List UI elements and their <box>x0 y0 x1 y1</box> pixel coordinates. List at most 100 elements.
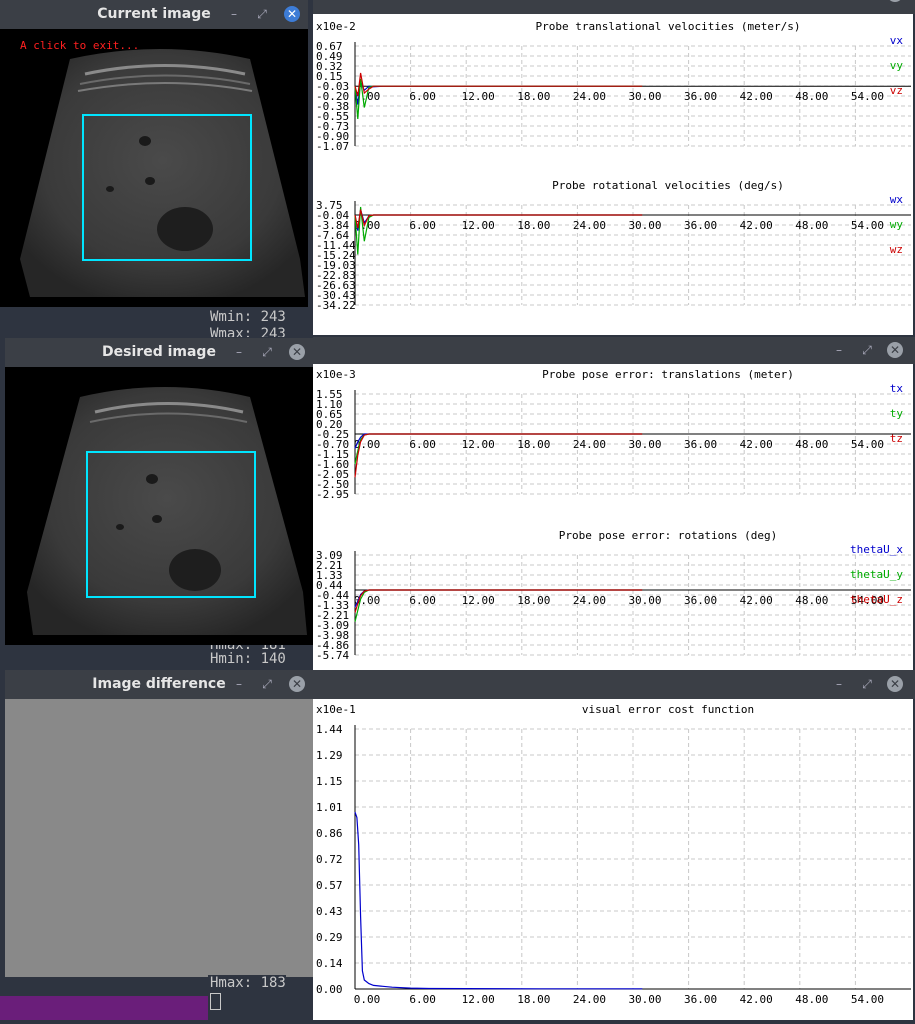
y-tick-label: -5.74 <box>316 649 349 662</box>
x-tick-label: 48.00 <box>795 993 828 1006</box>
exit-hint: A click to exit... <box>20 39 139 52</box>
x-tick-label: 12.00 <box>462 219 495 232</box>
series-line <box>354 811 643 990</box>
vessel <box>152 515 162 523</box>
window-titlebar[interactable]: Desired image – ⤢ ✕ <box>5 338 313 367</box>
legend-entry: thetaU_z <box>850 593 903 606</box>
y-tick-label: 0.86 <box>316 827 343 840</box>
plot-canvas[interactable]: visual error cost function x10e-1 1.44 1.29… <box>313 699 913 1020</box>
x-tick-label: 42.00 <box>740 993 773 1006</box>
rotation-error-chart: Probe pose error: rotations (deg)3.092.2… <box>316 529 911 662</box>
plot-canvas[interactable]: Probe pose error: translations (meter) x1… <box>313 364 913 670</box>
minimize-icon[interactable]: – <box>831 676 847 692</box>
window-titlebar[interactable]: Image difference – ⤢ ✕ <box>5 670 313 699</box>
image-difference-window[interactable]: Image difference – ⤢ ✕ <box>5 670 313 977</box>
minimize-icon[interactable]: – <box>831 0 847 2</box>
window-titlebar[interactable]: – ⤢ ✕ <box>313 670 915 699</box>
restore-icon[interactable]: ⤢ <box>859 676 875 692</box>
y-tick-label: 1.44 <box>316 723 343 736</box>
y-tick-label: -34.22 <box>316 299 356 312</box>
desired-image-window[interactable]: Desired image – ⤢ ✕ <box>5 338 313 645</box>
x-tick-label: 24.00 <box>573 219 606 232</box>
y-tick-label: 1.15 <box>316 775 343 788</box>
x-tick-label: 24.00 <box>573 594 606 607</box>
taskbar-strip <box>0 996 208 1020</box>
restore-icon[interactable]: ⤢ <box>254 6 270 22</box>
current-image-window[interactable]: Current image – ⤢ ✕ A click to exit... <box>0 0 308 307</box>
x-tick-label: 36.00 <box>684 219 717 232</box>
x-tick-label: 42.00 <box>740 594 773 607</box>
vessel <box>116 524 124 530</box>
minimize-icon[interactable]: – <box>231 676 247 692</box>
close-icon[interactable]: ✕ <box>289 676 305 692</box>
plot-canvas[interactable]: Probe translational velocities (meter/s)… <box>313 14 913 335</box>
minimize-icon[interactable]: – <box>226 6 242 22</box>
terminal-line: Wmax: 243 <box>208 326 286 337</box>
restore-icon[interactable]: ⤢ <box>859 0 875 2</box>
chart-title: Probe pose error: rotations (deg) <box>559 529 778 542</box>
difference-image-canvas[interactable] <box>5 699 313 977</box>
x-tick-label: 24.00 <box>573 993 606 1006</box>
x-tick-label: 36.00 <box>684 993 717 1006</box>
velocity-plot-window[interactable]: – ⤢ ✕ Probe translational velocities (me… <box>313 0 915 337</box>
x-tick-label: 30.00 <box>628 594 661 607</box>
minimize-icon[interactable]: – <box>231 344 247 360</box>
x-tick-label: 48.00 <box>795 594 828 607</box>
legend-entry: thetaU_x <box>850 543 903 556</box>
window-titlebar[interactable]: – ⤢ ✕ <box>313 337 915 364</box>
visual-error-cost-chart: visual error cost function x10e-1 1.44 1.29… <box>316 703 911 1006</box>
desired-image-canvas[interactable] <box>5 367 313 645</box>
minimize-icon[interactable]: – <box>831 342 847 358</box>
window-titlebar[interactable]: Current image – ⤢ ✕ <box>0 0 308 29</box>
window-titlebar[interactable]: – ⤢ ✕ <box>313 0 915 14</box>
restore-icon[interactable]: ⤢ <box>859 342 875 358</box>
chart-title: Probe rotational velocities (deg/s) <box>552 179 784 192</box>
ultrasound-image: A click to exit... <box>20 39 305 297</box>
x-tick-label: 30.00 <box>628 219 661 232</box>
chart-title: visual error cost function <box>582 703 754 716</box>
x-tick-label: 48.00 <box>795 219 828 232</box>
current-image-canvas[interactable]: A click to exit... <box>0 29 308 307</box>
close-icon[interactable]: ✕ <box>887 342 903 358</box>
pose-error-plot-window[interactable]: – ⤢ ✕ Probe pose error: translations (me… <box>313 337 915 670</box>
legend-entry: wz <box>890 243 903 256</box>
cost-plot-window[interactable]: – ⤢ ✕ visual error cost function x10e-1 1.… <box>313 670 915 1020</box>
rotational-velocity-chart: Probe rotational velocities (deg/s)3.75-… <box>316 179 911 312</box>
y-tick-label: 0.57 <box>316 879 343 892</box>
scale-label: x10e-1 <box>316 703 356 716</box>
x-tick-label: 12.00 <box>462 993 495 1006</box>
restore-icon[interactable]: ⤢ <box>259 676 275 692</box>
vessel <box>106 186 114 192</box>
x-tick-label: 6.00 <box>409 594 436 607</box>
y-tick-label: 0.29 <box>316 931 343 944</box>
y-tick-label: 1.01 <box>316 801 343 814</box>
dark-lesion <box>169 549 221 591</box>
x-tick-label: 18.00 <box>517 993 550 1006</box>
x-tick-label: 0.00 <box>354 993 381 1006</box>
restore-icon[interactable]: ⤢ <box>259 344 275 360</box>
y-tick-label: 0.43 <box>316 905 343 918</box>
x-tick-label: 6.00 <box>409 993 436 1006</box>
close-icon[interactable]: ✕ <box>887 676 903 692</box>
x-tick-label: 30.00 <box>628 993 661 1006</box>
terminal-line: Hmin: 140 <box>208 651 286 667</box>
x-tick-label: 54.00 <box>851 993 884 1006</box>
y-tick-label: 0.14 <box>316 957 343 970</box>
y-tick-label: 0.00 <box>316 983 343 996</box>
x-tick-label: 36.00 <box>684 594 717 607</box>
vessel <box>146 474 158 484</box>
ultrasound-image <box>27 387 307 635</box>
x-tick-label: 12.00 <box>462 594 495 607</box>
close-icon[interactable]: ✕ <box>289 344 305 360</box>
x-tick-label: 42.00 <box>740 219 773 232</box>
vessel <box>139 136 151 146</box>
x-tick-label: 18.00 <box>517 594 550 607</box>
legend-entry: thetaU_y <box>850 568 903 581</box>
y-tick-label: 0.72 <box>316 853 343 866</box>
legend-entry: wy <box>890 218 904 231</box>
terminal-line: Hmax: 183 <box>208 975 286 991</box>
x-tick-label: 54.00 <box>851 219 884 232</box>
close-icon[interactable]: ✕ <box>284 6 300 22</box>
x-tick-label: 6.00 <box>409 219 436 232</box>
close-icon[interactable]: ✕ <box>887 0 903 2</box>
